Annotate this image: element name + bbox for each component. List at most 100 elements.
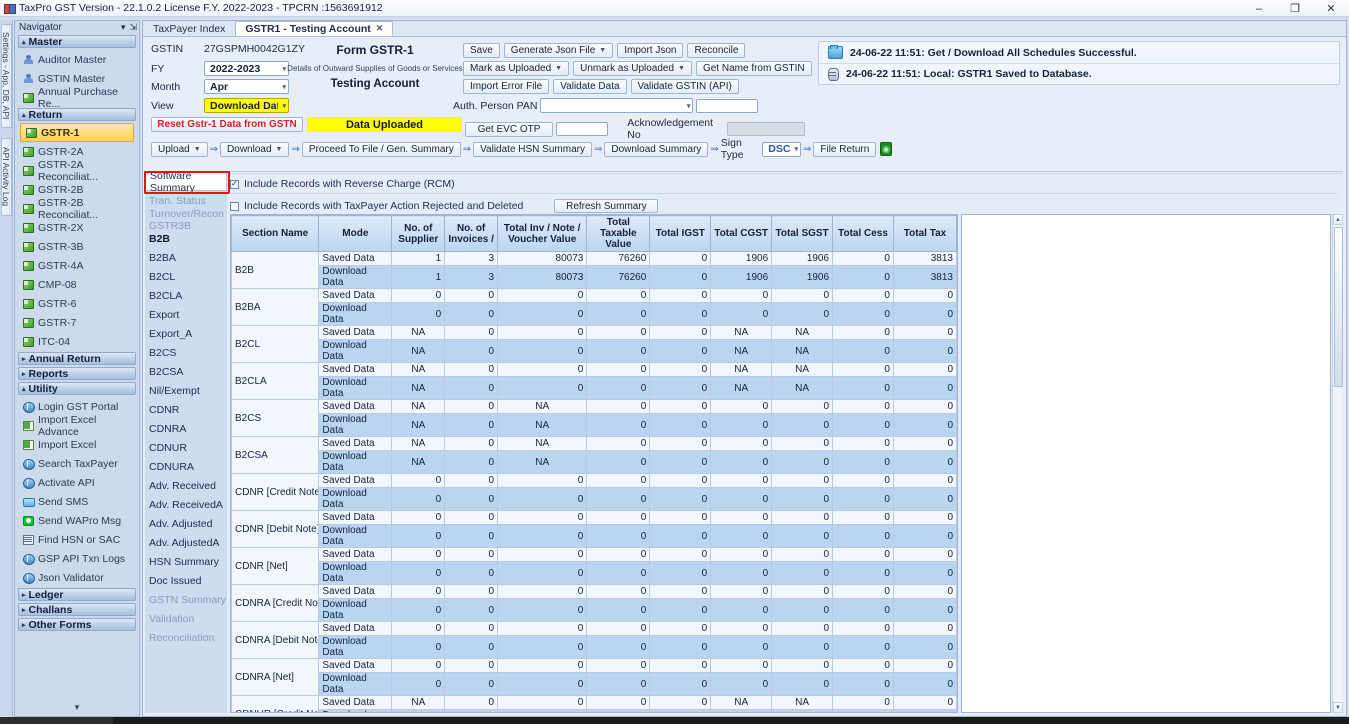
sidebar-item-gstr-7[interactable]: GSTR-7 — [18, 313, 136, 332]
column-header[interactable]: Total Taxable Value — [586, 215, 651, 252]
table-row[interactable]: Download Data NA 0 NA 0 0 0 0 0 0 — [232, 413, 957, 437]
section-tab-doc-issued[interactable]: Doc Issued — [145, 571, 227, 590]
table-row[interactable]: Download DataNA0000NANA00 — [232, 709, 957, 712]
table-row[interactable]: CDNR [Credit Note] Saved Data 0 0 0 0 0 0 0 0 0 — [231, 473, 957, 511]
section-tab-adv-adjusted[interactable]: Adv. Adjusted — [145, 514, 227, 533]
table-row[interactable]: Download Data 0 0 0 0 0 0 0 0 0 — [232, 598, 957, 622]
column-header[interactable]: Total CGST — [710, 215, 773, 252]
validate-gstin-api-button[interactable]: Validate GSTIN (API) — [630, 79, 739, 94]
table-row[interactable]: B2CS Saved Data NA 0 NA 0 0 0 0 0 0 — [231, 399, 957, 437]
sidebar-item-activate-api[interactable]: Activate API — [18, 473, 136, 492]
evc-otp-field[interactable] — [555, 122, 609, 136]
table-row[interactable]: Download Data 0 0 0 0 0 0 0 0 0 — [232, 635, 957, 659]
sidebar-item-gstr-3b[interactable]: GSTR-3B — [18, 237, 136, 256]
section-tab-cdnur[interactable]: CDNUR — [145, 438, 227, 457]
section-tab-turnover-recon-gstr3b[interactable]: Turnover/Recon GSTR3B — [145, 208, 227, 232]
section-tab-adv-received[interactable]: Adv. Received — [145, 476, 227, 495]
section-tab-export[interactable]: Export — [145, 305, 227, 324]
sidebar-item-gstr-2a-reconciliat[interactable]: GSTR-2A Reconciliat... — [18, 159, 136, 183]
validate-hsn-summary-button[interactable]: Validate HSN Summary — [473, 141, 592, 157]
mark-as-uploaded-button[interactable]: Mark as Uploaded ▼ — [463, 61, 570, 76]
nav-group-return[interactable]: ▴ Return — [18, 108, 136, 121]
sidebar-item-gstr-2x[interactable]: GSTR-2X — [18, 218, 136, 237]
table-row[interactable]: Download Data NA 0 NA 0 0 0 0 0 0 — [232, 450, 957, 474]
chevron-down-icon[interactable]: ▾ — [121, 22, 126, 33]
auth-person-pan-select[interactable]: ▾ — [540, 98, 694, 113]
chevron-down-icon[interactable]: ▼ — [276, 146, 283, 153]
table-row[interactable]: B2B Saved Data 1 3 80073 76260 0 1906 1906 0 3813 — [231, 251, 957, 289]
table-row[interactable]: Download Data 0 0 0 0 0 0 0 0 0 — [232, 487, 957, 511]
chevron-down-icon[interactable]: ▼ — [555, 65, 562, 72]
minimize-button[interactable]: – — [1241, 0, 1277, 17]
proceed-to-file-gen-summary-button[interactable]: Proceed To File / Gen. Summary — [301, 141, 461, 157]
reconcile-button[interactable]: Reconcile — [687, 43, 746, 58]
table-row[interactable]: CDNRA [Net] Saved Data 0 0 0 0 0 0 0 0 0 — [231, 658, 957, 696]
section-tab-reconciliation[interactable]: Reconciliation — [145, 628, 227, 647]
section-tab-software-summary[interactable]: Software Summary — [144, 170, 230, 194]
maximize-button[interactable]: ❐ — [1277, 0, 1313, 17]
chevron-down-icon[interactable]: ▼ — [194, 146, 201, 153]
nav-group-ledger[interactable]: ▸ Ledger — [18, 588, 136, 601]
sidebar-item-send-wapro-msg[interactable]: Send WAPro Msg — [18, 511, 136, 530]
tab-taxpayer-index[interactable]: TaxPayer Index — [143, 21, 235, 36]
table-row[interactable]: Download Data 0 0 0 0 0 0 0 0 0 — [232, 302, 957, 326]
nav-group-utility[interactable]: ▴ Utility — [18, 382, 136, 395]
upload-button[interactable]: Upload ▼ — [151, 141, 208, 157]
sidebar-item-gstr-6[interactable]: GSTR-6 — [18, 294, 136, 313]
section-tab-hsn-summary[interactable]: HSN Summary — [145, 552, 227, 571]
download-button[interactable]: Download ▼ — [220, 141, 290, 157]
scroll-up-button[interactable]: ▲ — [1333, 214, 1343, 225]
section-tab-cdnr[interactable]: CDNR — [145, 400, 227, 419]
column-header[interactable]: Total SGST — [771, 215, 834, 252]
section-tab-b2ba[interactable]: B2BA — [145, 248, 227, 267]
section-tab-gstn-summary[interactable]: GSTN Summary — [145, 590, 227, 609]
table-row[interactable]: B2CSA Saved Data NA 0 NA 0 0 0 0 0 0 — [231, 436, 957, 474]
fy-select[interactable]: 2022-2023 ▾ — [204, 61, 289, 76]
section-tab-cdnra[interactable]: CDNRA — [145, 419, 227, 438]
section-tab-adv-adjusteda[interactable]: Adv. AdjustedA — [145, 533, 227, 552]
pin-icon[interactable]: ⇲ — [129, 22, 137, 33]
section-tab-b2csa[interactable]: B2CSA — [145, 362, 227, 381]
chevron-down-icon[interactable]: ▼ — [599, 47, 606, 54]
save-button[interactable]: Save — [463, 43, 500, 58]
table-row[interactable]: B2CL Saved Data NA 0 0 0 0 NA NA 0 0 — [231, 325, 957, 363]
nav-group-annual-return[interactable]: ▸ Annual Return — [18, 352, 136, 365]
sidebar-item-find-hsn-or-sac[interactable]: Find HSN or SAC — [18, 530, 136, 549]
table-row[interactable]: Download DataNA0000NANA00 — [232, 376, 957, 400]
nav-group-challans[interactable]: ▸ Challans — [18, 603, 136, 616]
column-header[interactable]: Total Inv / Note / Voucher Value — [496, 215, 588, 252]
file-return-button[interactable]: File Return — [813, 141, 877, 157]
sign-type-select[interactable]: DSC ▾ — [762, 141, 801, 157]
section-tab-validation[interactable]: Validation — [145, 609, 227, 628]
nav-group-master[interactable]: ▴ Master — [18, 35, 136, 48]
scroll-down-button[interactable]: ▼ — [1333, 702, 1343, 713]
sidebar-item-import-excel-advance[interactable]: Import Excel Advance — [18, 414, 136, 438]
tab-gstr1-testing-account[interactable]: GSTR1 - Testing Account ✕ — [235, 21, 394, 36]
rejected-option-row[interactable]: Include Records with TaxPayer Action Rej… — [227, 198, 1343, 214]
sidebar-item-gstr-1[interactable]: GSTR-1 — [20, 123, 134, 142]
column-header[interactable]: Total Tax — [892, 215, 957, 252]
section-tab-export-a[interactable]: Export_A — [145, 324, 227, 343]
get-evc-otp-button[interactable]: Get EVC OTP — [465, 121, 553, 137]
table-row[interactable]: Download DataNA0000NANA00 — [232, 339, 957, 363]
sidebar-item-itc-04[interactable]: ITC-04 — [18, 332, 136, 351]
section-tab-nil-exempt[interactable]: Nil/Exempt — [145, 381, 227, 400]
sidebar-item-json-validator[interactable]: Json Validator — [18, 568, 136, 587]
chevron-down-icon[interactable]: ▼ — [678, 65, 685, 72]
close-button[interactable]: ✕ — [1313, 0, 1349, 17]
column-header[interactable]: Mode — [318, 215, 393, 252]
table-row[interactable]: Download Data 0 0 0 0 0 0 0 0 0 — [232, 524, 957, 548]
generate-json-file-button[interactable]: Generate Json File ▼ — [503, 43, 614, 58]
table-row[interactable]: Download Data 1 3 80073 76260 0 1906 1906 0 3813 — [232, 265, 957, 289]
sidebar-item-gstr-4a[interactable]: GSTR-4A — [18, 256, 136, 275]
vtab-settings[interactable]: Settings - App, DB, API — [1, 24, 12, 128]
section-tab-cdnura[interactable]: CDNURA — [145, 457, 227, 476]
column-header[interactable]: No. of Supplier — [391, 215, 446, 252]
table-row[interactable]: Download Data 0 0 0 0 0 0 0 0 0 — [232, 672, 957, 696]
get-name-from-gstin-button[interactable]: Get Name from GSTIN — [695, 61, 812, 76]
section-tab-b2cs[interactable]: B2CS — [145, 343, 227, 362]
sidebar-item-send-sms[interactable]: Send SMS — [18, 492, 136, 511]
table-row[interactable]: CDNR [Debit Note] Saved Data 0 0 0 0 0 0 0 0 0 — [231, 510, 957, 548]
unmark-as-uploaded-button[interactable]: Unmark as Uploaded ▼ — [573, 61, 692, 76]
table-row[interactable]: CDNRA [Debit Note] Saved Data 0 0 0 0 0 0 0 0 0 — [231, 621, 957, 659]
